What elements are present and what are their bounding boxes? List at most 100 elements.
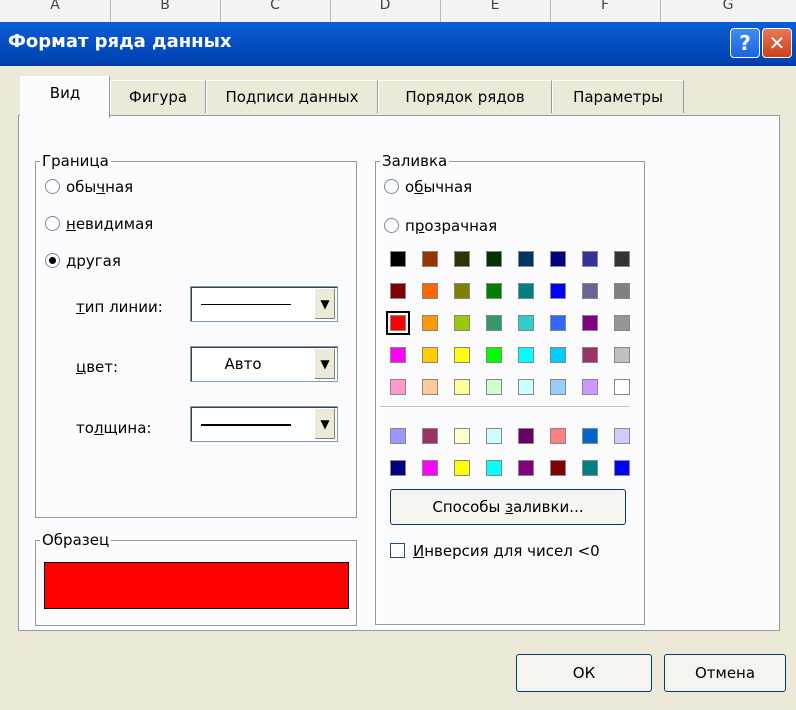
cancel-button[interactable]: Отмена — [664, 654, 786, 692]
color-swatch[interactable] — [454, 283, 470, 299]
radio-label-part: п — [405, 217, 415, 235]
color-swatch[interactable] — [454, 315, 470, 331]
color-swatch[interactable] — [518, 251, 534, 267]
radio-label-part: озрачная — [424, 217, 498, 235]
color-swatch[interactable] — [582, 251, 598, 267]
color-swatch[interactable] — [614, 315, 630, 331]
sheet-column-header: G — [660, 0, 796, 22]
border-radio-invisible[interactable]: невидимая — [45, 215, 153, 233]
border-group-title: Граница — [40, 152, 111, 170]
color-swatch[interactable] — [614, 460, 630, 476]
tab-series-order[interactable]: Порядок рядов — [378, 80, 552, 113]
title-bar: Формат ряда данных ? ✕ — [0, 22, 796, 66]
color-swatch[interactable] — [422, 428, 438, 444]
color-swatch[interactable] — [422, 315, 438, 331]
sheet-column-header: C — [220, 0, 331, 22]
color-swatch[interactable] — [582, 460, 598, 476]
sample-preview — [44, 562, 349, 609]
color-swatch[interactable] — [422, 347, 438, 363]
line-type-combo[interactable]: ▼ — [190, 286, 338, 322]
dropdown-arrow-icon[interactable]: ▼ — [314, 289, 335, 319]
color-swatch[interactable] — [454, 347, 470, 363]
color-swatch[interactable] — [486, 283, 502, 299]
color-swatch[interactable] — [390, 251, 406, 267]
color-swatch[interactable] — [550, 379, 566, 395]
color-swatch[interactable] — [518, 315, 534, 331]
color-swatch[interactable] — [486, 251, 502, 267]
color-swatch[interactable] — [386, 311, 410, 335]
color-swatch[interactable] — [390, 428, 406, 444]
button-accelerator: з — [505, 498, 514, 516]
color-swatch[interactable] — [454, 251, 470, 267]
label-text: то — [76, 419, 94, 437]
label-text: вет: — [86, 358, 119, 376]
color-combo[interactable]: Авто ▼ — [190, 346, 338, 382]
color-swatch[interactable] — [390, 460, 406, 476]
color-swatch[interactable] — [582, 283, 598, 299]
radio-label-part: ная — [105, 178, 134, 196]
help-button[interactable]: ? — [730, 28, 760, 58]
sample-group: Образец — [35, 531, 357, 626]
radio-label-accelerator: н — [66, 215, 76, 233]
color-swatch[interactable] — [518, 283, 534, 299]
color-swatch[interactable] — [486, 379, 502, 395]
color-swatch[interactable] — [550, 283, 566, 299]
dropdown-arrow-icon[interactable]: ▼ — [314, 409, 335, 439]
checkbox-label: нверсия для чисел <0 — [424, 542, 600, 560]
color-swatch[interactable] — [486, 315, 502, 331]
color-swatch[interactable] — [582, 428, 598, 444]
fill-effects-button[interactable]: Способы заливки... — [390, 489, 626, 525]
color-swatch[interactable] — [614, 283, 630, 299]
thickness-combo[interactable]: ▼ — [190, 406, 338, 442]
ok-button[interactable]: ОК — [516, 654, 652, 692]
sheet-column-header: F — [550, 0, 661, 22]
color-swatch[interactable] — [614, 379, 630, 395]
fill-radio-transparent[interactable]: прозрачная — [384, 217, 497, 235]
tab-shape[interactable]: Фигура — [110, 80, 206, 113]
color-swatch[interactable] — [582, 347, 598, 363]
color-swatch[interactable] — [486, 428, 502, 444]
dropdown-arrow-icon[interactable]: ▼ — [314, 349, 335, 379]
color-swatch[interactable] — [550, 347, 566, 363]
color-swatch[interactable] — [454, 460, 470, 476]
color-swatch[interactable] — [550, 315, 566, 331]
color-swatch[interactable] — [518, 460, 534, 476]
color-swatch[interactable] — [390, 347, 406, 363]
invert-negative-checkbox[interactable]: Инверсия для чисел <0 — [390, 542, 600, 560]
color-swatch[interactable] — [518, 347, 534, 363]
fill-group: Заливка обычная прозрачная Способы залив… — [375, 152, 645, 625]
color-swatch[interactable] — [422, 460, 438, 476]
color-swatch[interactable] — [390, 283, 406, 299]
color-swatch[interactable] — [486, 460, 502, 476]
color-swatch[interactable] — [454, 428, 470, 444]
button-label: Способы — [432, 498, 506, 516]
fill-radio-normal[interactable]: обычная — [384, 178, 472, 196]
tab-options[interactable]: Параметры — [552, 80, 684, 113]
color-swatch[interactable] — [454, 379, 470, 395]
color-swatch[interactable] — [582, 379, 598, 395]
color-swatch[interactable] — [614, 347, 630, 363]
color-swatch[interactable] — [518, 428, 534, 444]
border-radio-custom[interactable]: другая — [45, 252, 121, 270]
color-swatch[interactable] — [550, 460, 566, 476]
tab-data-labels[interactable]: Подписи данных — [206, 80, 378, 113]
label-text: щина: — [103, 419, 152, 437]
color-swatch[interactable] — [486, 347, 502, 363]
color-swatch[interactable] — [582, 315, 598, 331]
color-swatch[interactable] — [422, 283, 438, 299]
color-swatch[interactable] — [422, 251, 438, 267]
radio-circle — [45, 179, 60, 194]
close-button[interactable]: ✕ — [762, 28, 792, 58]
window-title: Формат ряда данных — [8, 31, 232, 52]
color-swatch[interactable] — [390, 379, 406, 395]
tab-view[interactable]: Вид — [20, 76, 110, 118]
color-swatch[interactable] — [550, 251, 566, 267]
color-swatch[interactable] — [614, 428, 630, 444]
border-radio-normal[interactable]: обычная — [45, 178, 133, 196]
sample-group-title: Образец — [40, 531, 112, 549]
color-swatch[interactable] — [614, 251, 630, 267]
radio-label-part: о — [405, 178, 415, 196]
color-swatch[interactable] — [518, 379, 534, 395]
color-swatch[interactable] — [422, 379, 438, 395]
color-swatch[interactable] — [550, 428, 566, 444]
